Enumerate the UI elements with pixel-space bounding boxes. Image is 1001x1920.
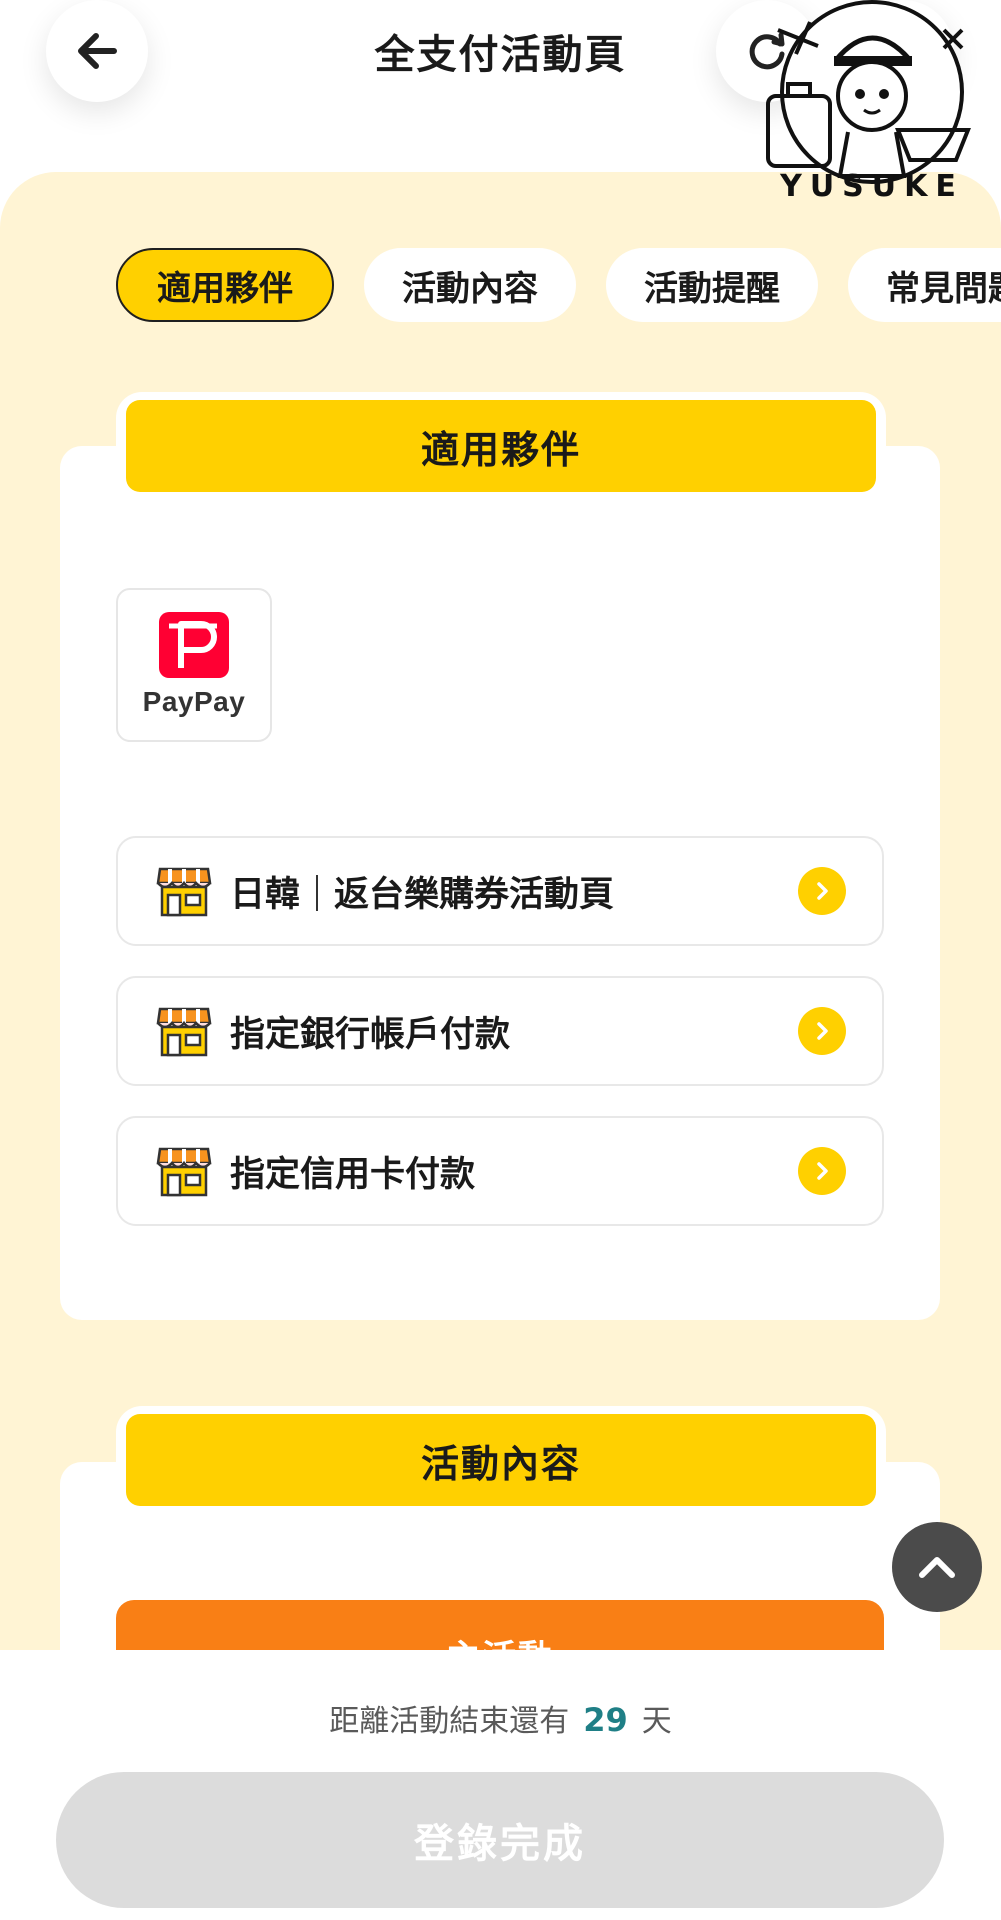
tab-bar: 適用夥伴 活動內容 活動提醒 常見問題 [116,248,1001,324]
content-header-wrap: 活動內容 [116,1406,886,1512]
chevron-right-icon [798,1147,846,1195]
bottom-bar: 距離活動結束還有 29 天 登錄完成 [0,1650,1001,1920]
link-row-credit-card[interactable]: 指定信用卡付款 [116,1116,884,1226]
label-divider [316,874,319,911]
chevron-right-icon [798,867,846,915]
tab-faq[interactable]: 常見問題 [848,248,1001,322]
countdown-days: 29 [583,1701,628,1739]
watermark-illustration: YUSUKE [766,0,971,204]
link-label-left: 日韓 [230,874,301,915]
paypay-logo-tile[interactable]: PayPay [116,588,272,742]
chevron-right-icon [798,1007,846,1055]
paypay-logo-icon [159,612,229,678]
svg-text:YUSUKE: YUSUKE [779,169,964,204]
store-icon [156,1147,212,1197]
link-label-right: 返台樂購券活動頁 [334,874,615,915]
countdown-text: 距離活動結束還有 29 天 [0,1696,1001,1740]
partners-section-title: 適用夥伴 [126,400,876,492]
link-label: 指定銀行帳戶付款 [230,1014,511,1055]
content-section-title: 活動內容 [126,1414,876,1506]
paypay-logo-text: PayPay [142,686,246,717]
watermark-logo: YUSUKE [748,0,996,210]
link-label: 指定信用卡付款 [230,1154,476,1195]
paypay-p-icon [169,621,217,668]
link-row-bank-account[interactable]: 指定銀行帳戶付款 [116,976,884,1086]
register-button[interactable]: 登錄完成 [56,1772,944,1908]
link-row-japan-korea[interactable]: 日韓 返台樂購券活動頁 [116,836,884,946]
chevron-up-icon [919,1557,955,1578]
tab-content[interactable]: 活動內容 [364,248,576,322]
countdown-suffix: 天 [641,1704,672,1739]
chevron-glyph [817,1022,828,1040]
chevron-glyph [817,1162,828,1180]
partners-header-wrap: 適用夥伴 [116,392,886,498]
link-label: 日韓 返台樂購券活動頁 [230,866,798,917]
tab-reminder[interactable]: 活動提醒 [606,248,818,322]
store-icon [156,1007,212,1057]
chevron-glyph [817,882,828,900]
store-icon [156,867,212,917]
tab-partners[interactable]: 適用夥伴 [116,248,334,322]
scroll-top-button[interactable] [892,1522,982,1612]
countdown-prefix: 距離活動結束還有 [329,1704,570,1739]
